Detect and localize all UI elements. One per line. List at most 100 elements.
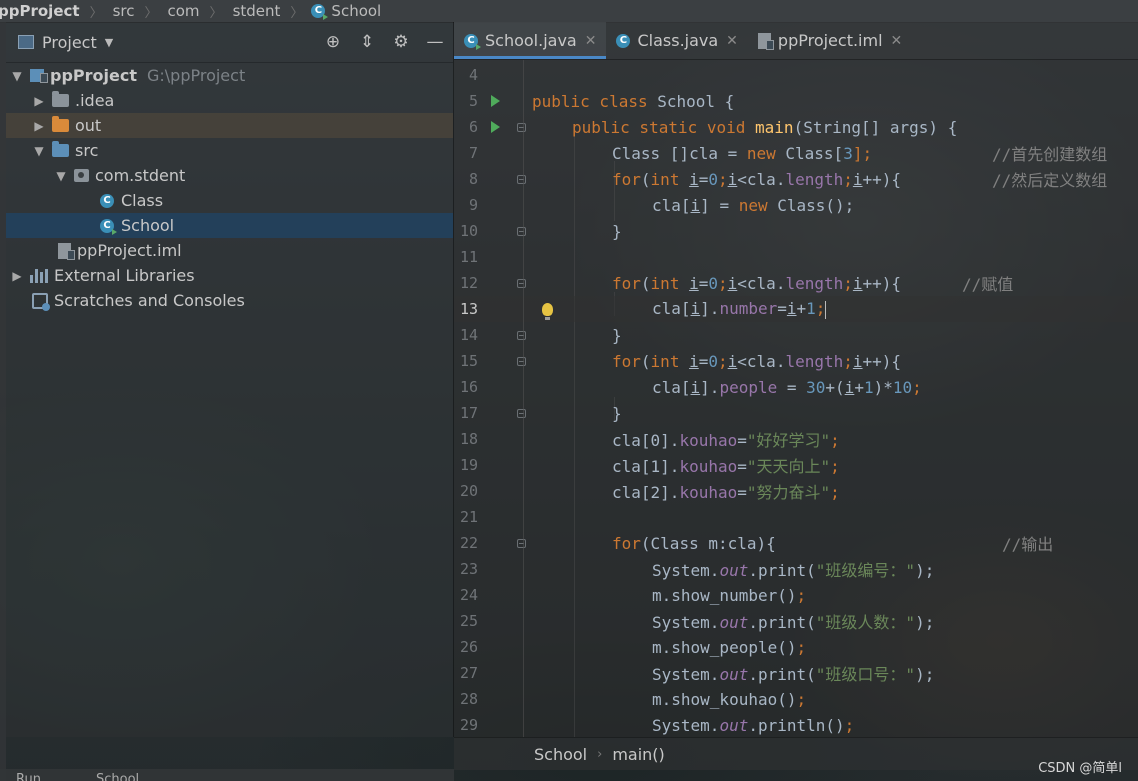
tab-school-java[interactable]: C School.java ✕ — [454, 22, 607, 59]
code-line: 18 cla[0].kouhao="好好学习"; — [454, 426, 1138, 452]
code-token: ; — [912, 377, 922, 397]
code-token: ); — [915, 561, 935, 580]
tree-item-package[interactable]: ▼ com.stdent — [6, 163, 453, 188]
code-token: i — [690, 195, 701, 215]
tree-item-label: ppProject.iml — [77, 241, 182, 260]
run-config-label[interactable]: School — [96, 772, 139, 781]
line-number: 4 — [468, 66, 478, 84]
code-token: int — [650, 351, 690, 371]
expand-arrow-icon[interactable]: ▼ — [32, 144, 46, 158]
expand-arrow-icon[interactable]: ▶ — [32, 94, 46, 108]
close-icon[interactable]: ✕ — [585, 33, 597, 49]
tree-item-ppproject[interactable]: ▼ ppProject G:\ppProject — [6, 63, 453, 88]
breadcrumb-school[interactable]: School — [329, 2, 383, 20]
code-token: ]. — [700, 299, 720, 319]
fold-marker-icon[interactable] — [517, 174, 526, 184]
line-number: 29 — [459, 716, 478, 734]
close-icon[interactable]: ✕ — [891, 33, 903, 49]
fold-marker-icon[interactable] — [517, 408, 526, 418]
tree-item-class[interactable]: C Class — [6, 188, 453, 213]
tree-item-scratches[interactable]: Scratches and Consoles — [6, 288, 453, 313]
gutter-separator — [523, 60, 524, 737]
code-token: i — [690, 377, 701, 397]
navigation-breadcrumb: ppProject 〉 src 〉 com 〉 stdent 〉 C Schoo… — [0, 0, 1138, 23]
expand-arrow-icon[interactable]: ▶ — [10, 269, 24, 283]
lightbulb-icon[interactable] — [542, 302, 553, 320]
run-gutter-icon[interactable] — [491, 95, 500, 107]
tree-item-school[interactable]: C School — [6, 213, 453, 238]
code-token: i — [852, 169, 863, 189]
breadcrumb-separator: 〉 — [89, 5, 103, 21]
tree-item-label: School — [121, 216, 175, 235]
code-token: ); — [915, 665, 935, 684]
line-number: 18 — [459, 430, 478, 448]
fold-marker-icon[interactable] — [517, 538, 526, 548]
close-icon[interactable]: ✕ — [726, 33, 738, 49]
breadcrumb-com[interactable]: com — [166, 2, 202, 20]
code-token: cla[0]. — [612, 431, 680, 450]
line-number: 12 — [459, 274, 478, 292]
breadcrumb-method[interactable]: main() — [612, 745, 664, 764]
code-token: 0 — [708, 273, 718, 293]
expand-arrow-icon[interactable]: ▼ — [54, 169, 68, 183]
code-token: 30 — [806, 377, 826, 397]
code-line: 26 m.show_people(); — [454, 634, 1138, 660]
code-token: public class — [532, 91, 658, 111]
run-gutter-icon[interactable] — [491, 121, 500, 133]
locate-file-icon[interactable]: ⊕ — [323, 32, 343, 52]
breadcrumb-class[interactable]: School — [534, 745, 587, 764]
tree-item-iml[interactable]: ppProject.iml — [6, 238, 453, 263]
code-area[interactable]: 4 5 public class School { 6 public stati… — [454, 60, 1138, 737]
code-token: cla[ — [652, 377, 691, 397]
code-line: 15 for(int i=0;i<cla.length;i++){ — [454, 348, 1138, 374]
tree-item-idea[interactable]: ▶ .idea — [6, 88, 453, 113]
tree-item-src[interactable]: ▼ src — [6, 138, 453, 163]
fold-marker-icon[interactable] — [517, 330, 526, 340]
project-view-selector[interactable]: Project ▼ — [18, 33, 113, 52]
library-icon — [30, 268, 48, 283]
tab-ppproject-iml[interactable]: ppProject.iml ✕ — [748, 22, 912, 59]
class-file-icon: C — [616, 33, 631, 48]
run-tab-label[interactable]: Run — [16, 772, 41, 781]
package-icon — [74, 169, 89, 182]
code-comment: //赋值 — [962, 275, 1014, 294]
code-token: )* — [873, 377, 893, 397]
code-token: ; — [796, 689, 807, 709]
fold-marker-icon[interactable] — [517, 356, 526, 366]
code-token: ; — [830, 457, 840, 476]
code-token: System. — [652, 715, 720, 735]
tree-item-external-libraries[interactable]: ▶ External Libraries — [6, 263, 453, 288]
tree-item-label: out — [75, 116, 102, 135]
tree-item-out[interactable]: ▶ out — [6, 113, 453, 138]
code-token: ; — [718, 169, 728, 189]
code-line: 17 } — [454, 400, 1138, 426]
code-token: number — [719, 299, 778, 319]
code-token: length — [785, 351, 844, 371]
module-folder-icon — [30, 69, 48, 83]
code-token: i — [689, 273, 699, 293]
code-token: i — [689, 169, 699, 189]
tab-class-java[interactable]: C Class.java ✕ — [606, 22, 747, 59]
code-token: 0 — [708, 351, 718, 371]
breadcrumb-project[interactable]: ppProject — [0, 2, 82, 20]
fold-marker-icon[interactable] — [517, 226, 526, 236]
fold-marker-icon[interactable] — [517, 278, 526, 288]
expand-arrow-icon[interactable]: ▶ — [32, 119, 46, 133]
tree-item-label: .idea — [75, 91, 115, 110]
expand-arrow-icon[interactable]: ▼ — [10, 69, 24, 83]
runnable-class-icon: C — [100, 218, 117, 235]
class-file-icon: C — [311, 4, 329, 20]
hide-panel-icon[interactable]: — — [425, 32, 445, 52]
code-token: + — [796, 299, 807, 319]
code-token: ( — [640, 169, 651, 189]
breadcrumb-stdent[interactable]: stdent — [231, 2, 283, 20]
code-editor: C School.java ✕ C Class.java ✕ ppProject… — [454, 22, 1138, 737]
collapse-all-icon[interactable]: ⇕ — [357, 32, 377, 52]
class-file-icon: C — [100, 193, 114, 208]
code-token: = — [737, 431, 747, 450]
line-number: 26 — [459, 638, 478, 656]
fold-marker-icon[interactable] — [517, 122, 526, 132]
breadcrumb-src[interactable]: src — [111, 2, 137, 20]
code-token: people — [719, 377, 778, 397]
gear-icon[interactable]: ⚙ — [391, 32, 411, 52]
